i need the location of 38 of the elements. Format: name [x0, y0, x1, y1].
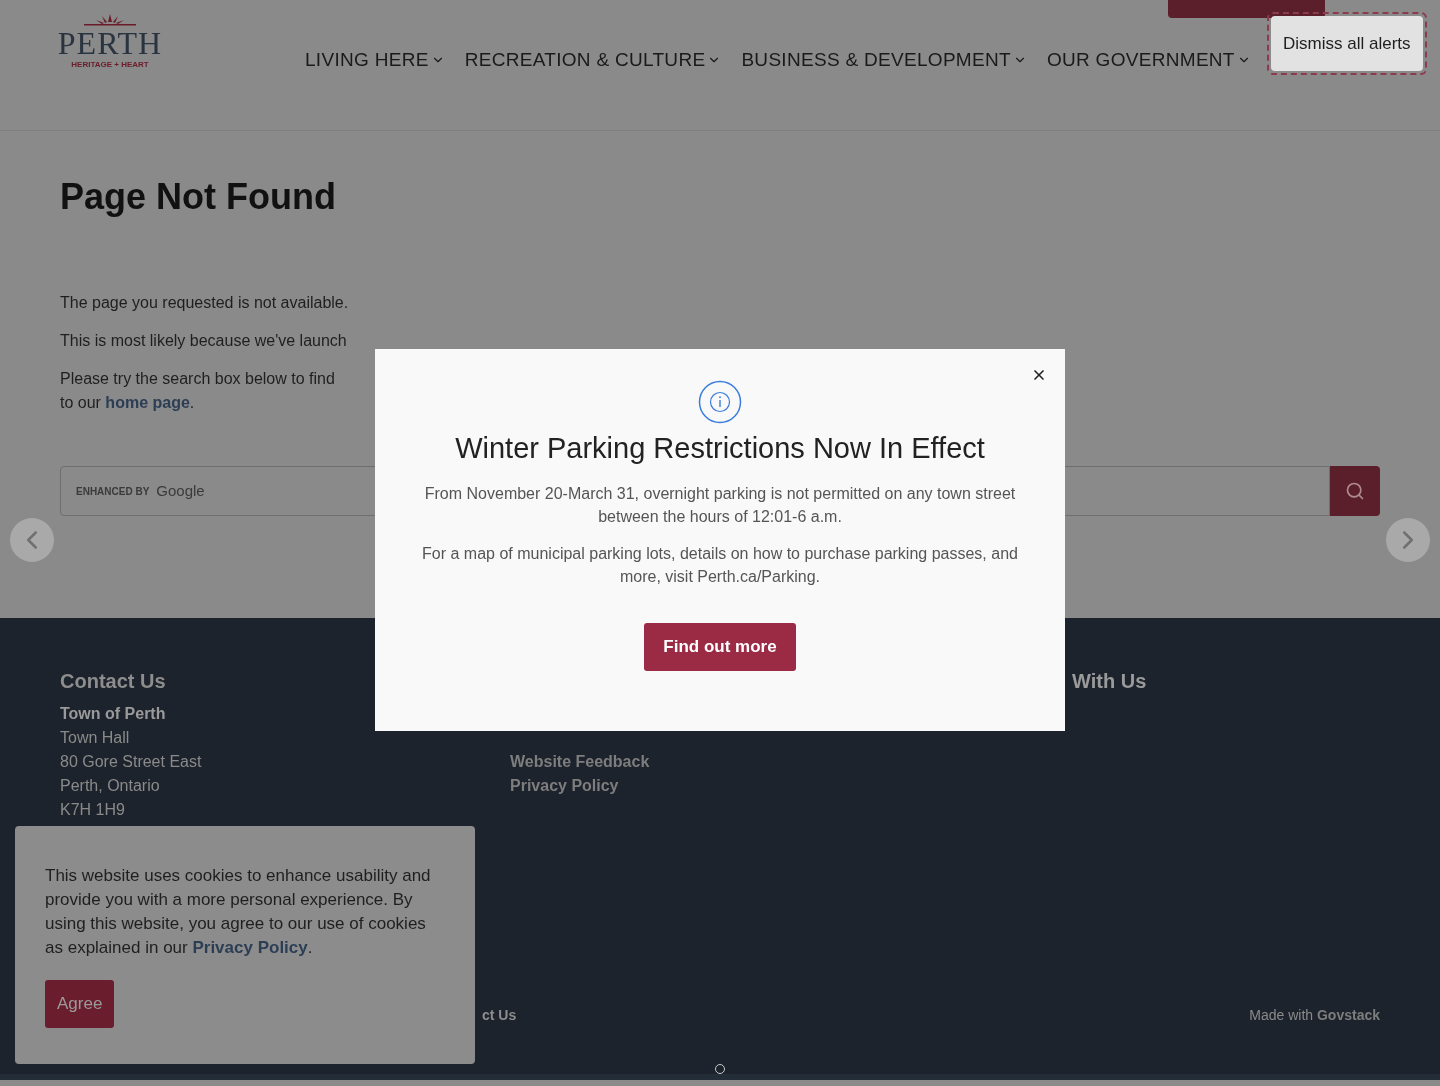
header-button[interactable]: [1168, 0, 1325, 18]
cookie-text: This website uses cookies to enhance usability and provide you with a more personal experience. By using this website, you agree to our use of cookies as explained in our Privacy Policy.: [45, 865, 432, 959]
nav-link[interactable]: BUSINESS & DEVELOPMENT: [741, 46, 1027, 75]
search-icon: [1345, 481, 1365, 501]
logo[interactable]: PERTH HERITAGE + HEART: [60, 12, 160, 70]
footer-link[interactable]: ct Us: [482, 1006, 517, 1024]
page-title: Page Not Found: [60, 175, 337, 219]
footer-heading: With Us: [1072, 669, 1148, 694]
info-icon: [698, 380, 742, 424]
google-label: Google: [156, 480, 205, 501]
enhanced-by-label: ENHANCED BY: [76, 484, 150, 499]
close-icon: [1031, 367, 1047, 383]
modal-paragraph: For a map of municipal parking lots, details on how to purchase parking passes, and more, visit Perth.ca/Parking.: [421, 544, 1019, 587]
footer-heading: Contact Us: [60, 669, 167, 694]
address-line: Town Hall: [60, 728, 131, 748]
credit-text: Made with Govstack: [1249, 1006, 1380, 1024]
dismiss-alerts-button[interactable]: Dismiss all alerts: [1271, 16, 1423, 71]
address-line: Town of Perth: [60, 704, 167, 724]
paragraph: The page you requested is not available.: [60, 293, 350, 313]
paragraph: This is most likely because we've launch: [60, 331, 348, 351]
nav-link[interactable]: OUR GOVERNMENT: [1046, 46, 1251, 75]
footer-link[interactable]: Website Feedback: [510, 750, 960, 774]
find-out-more-button[interactable]: Find out more: [644, 623, 796, 671]
logo-name: PERTH: [57, 26, 163, 60]
nav-link[interactable]: RECREATION & CULTURE: [464, 46, 722, 75]
modal-paragraph: From November 20-March 31, overnight parking is not permitted on any town street between the hours of 12:01-6 a.m.: [423, 484, 1017, 527]
search-button[interactable]: [1330, 466, 1380, 516]
address-line: K7H 1H9: [60, 800, 126, 820]
address-line: Perth, Ontario: [60, 776, 161, 796]
modal-title: Winter Parking Restrictions Now In Effect: [455, 431, 985, 466]
address-line: 80 Gore Street East: [60, 752, 203, 772]
nav-link[interactable]: LIVING HERE: [305, 46, 445, 75]
logo-tagline: HERITAGE + HEART: [71, 60, 149, 70]
privacy-policy-link[interactable]: Privacy Policy: [192, 938, 308, 957]
agree-button[interactable]: Agree: [45, 980, 115, 1028]
footer-link[interactable]: Privacy Policy: [510, 774, 960, 798]
home-page-link[interactable]: home page: [105, 394, 190, 411]
govstack-link[interactable]: Govstack: [1316, 1007, 1380, 1023]
